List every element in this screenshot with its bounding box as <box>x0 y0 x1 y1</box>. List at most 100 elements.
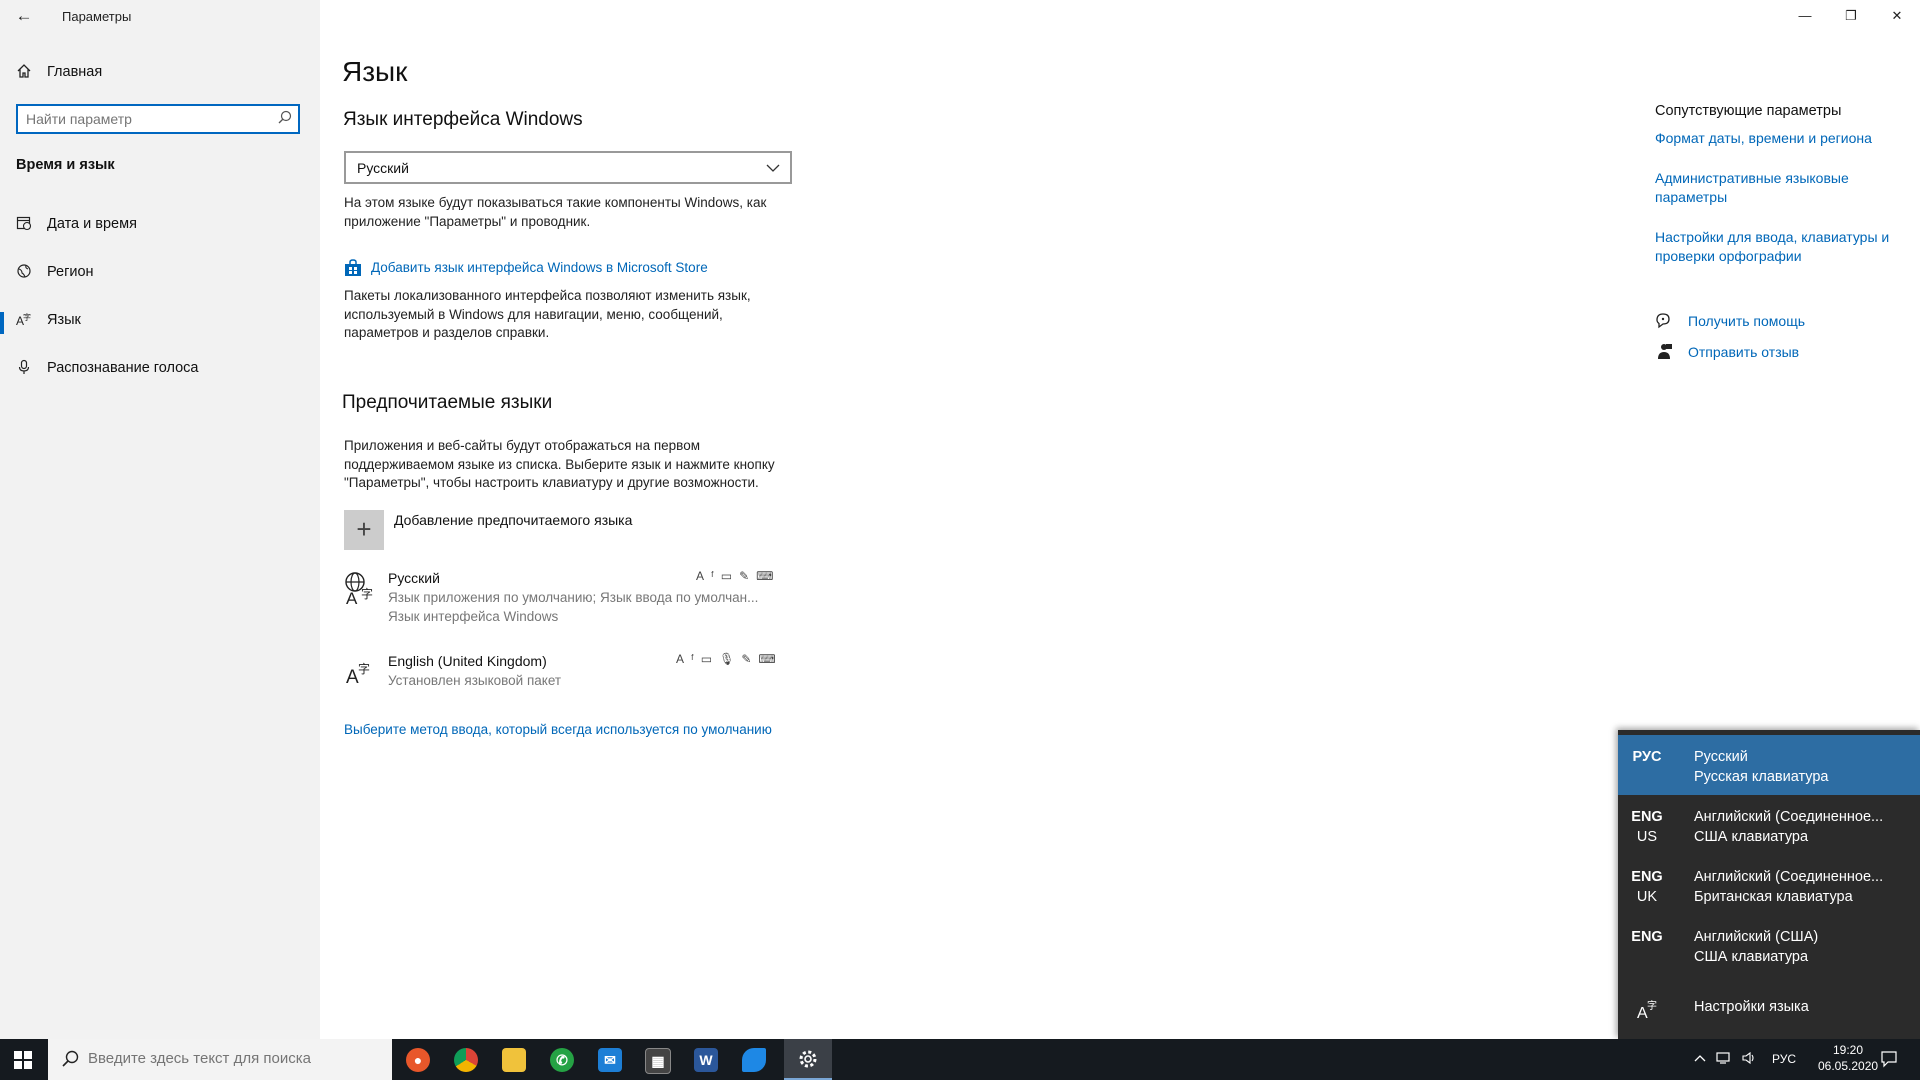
svg-text:字: 字 <box>23 312 31 322</box>
dropdown-selected-value: Русский <box>357 160 409 176</box>
language-list-item-russian[interactable]: A字 Русский Язык приложения по умолчанию;… <box>344 567 784 629</box>
display-language-feature-icon: Aᶠ <box>676 652 701 666</box>
preferred-languages-heading: Предпочитаемые языки <box>342 392 553 413</box>
language-feature-icons: Aᶠ▭✎⌨ <box>696 569 781 583</box>
feedback-icon <box>1655 343 1673 366</box>
network-icon[interactable] <box>1716 1051 1732 1068</box>
search-icon[interactable] <box>278 110 292 127</box>
file-explorer-icon[interactable] <box>490 1039 538 1080</box>
plus-icon: + <box>356 514 372 544</box>
language-icon: A字 <box>1636 996 1660 1025</box>
word-icon[interactable]: W <box>682 1039 730 1080</box>
typing-keyboard-spelling-link[interactable]: Настройки для ввода, клавиатуры и провер… <box>1655 228 1895 265</box>
preferred-languages-description: Приложения и веб-сайты будут отображатьс… <box>344 438 775 490</box>
keyboard-layout: Британская клавиатура <box>1694 889 1853 905</box>
flyout-item-english-uk-layout[interactable]: ENG UK Английский (Соединенное... Британ… <box>1618 855 1920 915</box>
send-feedback-link[interactable]: Отправить отзыв <box>1688 343 1799 362</box>
taskbar: ● ✆ ✉ ▦ W РУС 19:20 06.05.2020 <box>0 1039 1920 1080</box>
keyboard-feature-icon: ⌨ <box>758 652 783 666</box>
get-help-link[interactable]: Получить помощь <box>1688 312 1805 331</box>
chrome-icon[interactable] <box>442 1039 490 1080</box>
svg-text:字: 字 <box>358 661 370 676</box>
cloud-app-icon[interactable] <box>730 1039 778 1080</box>
sidebar-item-label: Язык <box>47 312 81 328</box>
svg-text:字: 字 <box>361 586 373 601</box>
input-language-indicator[interactable]: РУС <box>1772 1052 1796 1066</box>
minimize-button[interactable]: — <box>1782 0 1828 32</box>
settings-search-input[interactable] <box>26 111 266 127</box>
svg-text:A: A <box>346 589 358 605</box>
show-hidden-icons-chevron-icon[interactable] <box>1693 1051 1707 1068</box>
whatsapp-icon[interactable]: ✆ <box>538 1039 586 1080</box>
svg-text:字: 字 <box>1647 999 1657 1012</box>
admin-language-settings-link[interactable]: Административные языковые параметры <box>1655 169 1895 206</box>
calculator-icon[interactable]: ▦ <box>634 1039 682 1080</box>
language-name: Английский (США) <box>1694 929 1819 945</box>
windows-logo-icon <box>14 1051 32 1069</box>
sidebar-section-title: Время и язык <box>16 157 115 173</box>
default-input-method-link[interactable]: Выберите метод ввода, который всегда исп… <box>344 722 772 737</box>
keyboard-layout: США клавиатура <box>1694 829 1809 845</box>
taskbar-search-box[interactable] <box>48 1039 392 1080</box>
language-code: ENG <box>1631 869 1663 885</box>
start-button[interactable] <box>0 1039 48 1080</box>
globe-region-icon <box>14 263 34 283</box>
language-name: English (United Kingdom) <box>388 653 547 669</box>
keyboard-feature-icon: ⌨ <box>756 569 781 583</box>
search-icon <box>62 1050 79 1072</box>
language-list-item-english-uk[interactable]: A字 English (United Kingdom) Установлен я… <box>344 650 784 696</box>
language-packs-description: Пакеты локализованного интерфейса позвол… <box>344 288 751 340</box>
taskbar-clock[interactable]: 19:20 06.05.2020 <box>1818 1042 1878 1074</box>
add-language-label[interactable]: Добавление предпочитаемого языка <box>394 512 632 528</box>
clock-time: 19:20 <box>1832 1043 1864 1057</box>
flyout-language-settings[interactable]: A字 Настройки языка <box>1618 986 1920 1030</box>
keyboard-code: US <box>1636 829 1658 845</box>
maximize-button[interactable]: ❐ <box>1828 0 1874 32</box>
sidebar-item-label: Дата и время <box>47 216 137 232</box>
volume-icon[interactable] <box>1742 1051 1758 1068</box>
keyboard-layout: Русская клавиатура <box>1694 769 1829 785</box>
add-display-language-link[interactable]: Добавить язык интерфейса Windows в Micro… <box>371 260 708 275</box>
back-button[interactable]: ← <box>10 2 38 30</box>
date-region-format-link[interactable]: Формат даты, времени и региона <box>1655 129 1895 148</box>
sidebar-item-label: Главная <box>47 64 103 80</box>
handwriting-feature-icon: ✎ <box>739 569 757 583</box>
language-status: Язык приложения по умолчанию; Язык ввода… <box>388 590 759 605</box>
display-language-dropdown[interactable]: Русский <box>344 151 792 184</box>
help-icon <box>1655 312 1673 335</box>
language-status: Язык интерфейса Windows <box>388 609 559 624</box>
settings-search-box[interactable] <box>16 104 300 134</box>
add-language-button[interactable]: + <box>344 510 384 550</box>
sidebar-item-region[interactable]: Регион <box>0 250 320 296</box>
clock-calendar-icon <box>14 215 34 235</box>
microphone-icon <box>14 359 34 379</box>
language-code: ENG <box>1631 929 1663 945</box>
language-settings-label: Настройки языка <box>1694 999 1809 1015</box>
language-icon: A字 <box>14 311 34 331</box>
sidebar-item-label: Распознавание голоса <box>47 360 199 376</box>
settings-gear-icon[interactable] <box>784 1039 832 1080</box>
flyout-item-english-usa[interactable]: ENG Английский (США) США клавиатура <box>1618 915 1920 975</box>
taskbar-search-input[interactable] <box>88 1050 378 1067</box>
store-icon <box>344 259 362 282</box>
flyout-item-russian[interactable]: РУС Русский Русская клавиатура <box>1618 735 1920 795</box>
speech-bubble-feature-icon: ▭ <box>700 652 720 666</box>
microphone-feature-icon: 🎙 <box>719 652 742 666</box>
language-feature-icons: Aᶠ▭🎙✎⌨ <box>676 652 783 666</box>
sidebar-item-date-time[interactable]: Дата и время <box>0 202 320 248</box>
firefox-icon[interactable]: ● <box>394 1039 442 1080</box>
app-title: Параметры <box>62 9 132 24</box>
settings-sidebar: ← Параметры Главная Время и язык Дата и … <box>0 0 320 1039</box>
sidebar-item-speech[interactable]: Распознавание голоса <box>0 346 320 392</box>
keyboard-code: UK <box>1636 889 1658 905</box>
display-language-heading: Язык интерфейса Windows <box>343 109 583 130</box>
flyout-item-english-us-layout[interactable]: ENG US Английский (Соединенное... США кл… <box>1618 795 1920 855</box>
language-name: Русский <box>388 570 440 586</box>
chevron-down-icon <box>766 157 780 180</box>
close-button[interactable]: ✕ <box>1874 0 1920 32</box>
sidebar-item-language[interactable]: A字 Язык <box>0 298 320 344</box>
clock-date: 06.05.2020 <box>1818 1059 1879 1073</box>
notifications-icon[interactable] <box>1880 1050 1898 1071</box>
sidebar-item-home[interactable]: Главная <box>0 50 320 96</box>
mail-icon[interactable]: ✉ <box>586 1039 634 1080</box>
